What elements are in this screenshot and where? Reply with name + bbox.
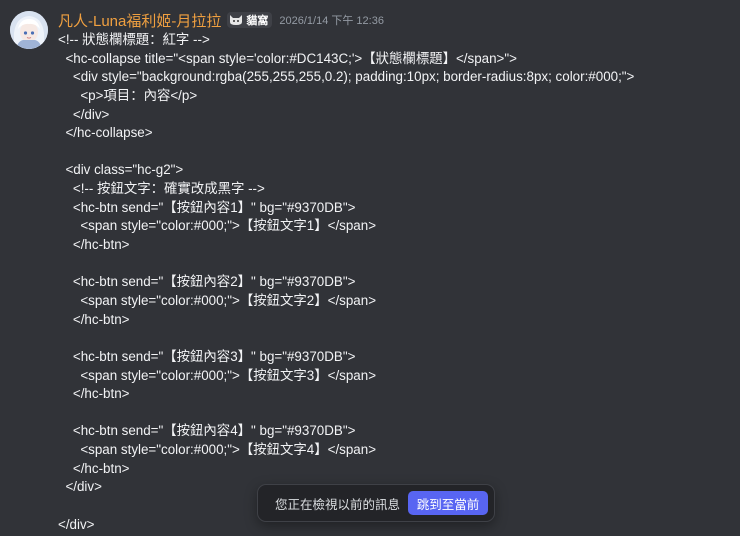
message-text-line: <span style="color:#000;">【按鈕文字1】</span>	[58, 218, 377, 234]
message-content: <!-- 狀態欄標題：紅字 --> <hc-collapse title="<s…	[58, 31, 728, 534]
message-text-line: <span style="color:#000;">【按鈕文字4】</span>	[58, 442, 377, 458]
timestamp: 2026/1/14 下午 12:36	[279, 15, 384, 27]
message-text-line: <p>項目：內容</p>	[58, 87, 198, 103]
message-text-line: <span style="color:#000;">【按鈕文字2】</span>	[58, 292, 377, 308]
message-text-line: <hc-btn send="【按鈕內容3】" bg="#9370DB">	[58, 348, 356, 364]
message-text-line: <span style="color:#000;">【按鈕文字3】</span>	[58, 367, 377, 383]
message-text-line	[58, 143, 728, 162]
chat-message: 凡人-Luna福利姬-月拉拉 貓窩 2026/1/14 下午 12:36 <!-…	[0, 0, 740, 536]
message-header: 凡人-Luna福利姬-月拉拉 貓窩 2026/1/14 下午 12:36	[58, 10, 384, 30]
message-text-line: <div class="hc-g2">	[58, 162, 184, 178]
message-text-line: </hc-btn>	[58, 237, 130, 253]
message-text-line	[58, 329, 728, 348]
user-avatar-icon[interactable]	[10, 11, 48, 49]
jump-to-present-button[interactable]: 跳到至當前	[408, 491, 488, 515]
role-tag-label: 貓窩	[246, 15, 269, 27]
message-text-line: <hc-collapse title="<span style='color:#…	[58, 50, 517, 66]
message-text-line: </hc-collapse>	[58, 125, 153, 141]
viewing-older-messages-text: 您正在檢視以前的訊息	[275, 497, 401, 512]
message-text-line: </hc-btn>	[58, 460, 130, 476]
message-text-line: </div>	[58, 106, 110, 122]
role-tag[interactable]: 貓窩	[227, 12, 273, 28]
message-text-line: <hc-btn send="【按鈕內容1】" bg="#9370DB">	[58, 199, 356, 215]
message-text-line: <hc-btn send="【按鈕內容2】" bg="#9370DB">	[58, 274, 356, 290]
message-text-line: <hc-btn send="【按鈕內容4】" bg="#9370DB">	[58, 423, 356, 439]
jump-to-present-bar: 您正在檢視以前的訊息 跳到至當前	[257, 484, 495, 522]
message-text-line	[58, 255, 728, 274]
message-text-line	[58, 404, 728, 423]
message-text-line: <div style="background:rgba(255,255,255,…	[58, 69, 635, 85]
message-text-line: <!-- 按鈕文字：確實改成黑字 -->	[58, 181, 265, 197]
username[interactable]: 凡人-Luna福利姬-月拉拉	[58, 10, 221, 31]
message-text-line: <!-- 狀態欄標題：紅字 -->	[58, 32, 210, 47]
message-text-line: </hc-btn>	[58, 386, 130, 402]
cat-face-icon	[230, 15, 243, 25]
message-text-line: </hc-btn>	[58, 311, 130, 327]
